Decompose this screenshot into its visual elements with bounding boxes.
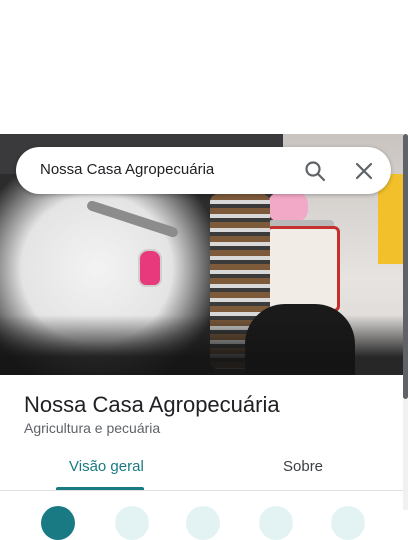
pink-toy — [268, 192, 308, 222]
action-button-share[interactable] — [331, 506, 365, 540]
action-button-directions[interactable] — [41, 506, 75, 540]
search-icon[interactable] — [303, 159, 327, 183]
place-category: Agricultura e pecuária — [24, 420, 161, 436]
collar-pendant — [138, 249, 162, 287]
action-button-phone[interactable] — [259, 506, 293, 540]
tab-divider — [0, 490, 403, 491]
product-jar — [266, 226, 340, 312]
tab-about[interactable]: Sobre — [283, 458, 323, 475]
place-title: Nossa Casa Agropecuária — [24, 392, 280, 417]
tab-overview[interactable]: Visão geral — [69, 458, 144, 475]
action-button-save[interactable] — [115, 506, 149, 540]
action-button-nearby[interactable] — [186, 506, 220, 540]
photo-shadow — [0, 315, 403, 375]
search-bar[interactable]: Nossa Casa Agropecuária — [16, 147, 391, 194]
scrollbar-thumb[interactable] — [403, 134, 408, 399]
search-input[interactable]: Nossa Casa Agropecuária — [40, 161, 214, 178]
close-icon[interactable] — [352, 159, 376, 183]
